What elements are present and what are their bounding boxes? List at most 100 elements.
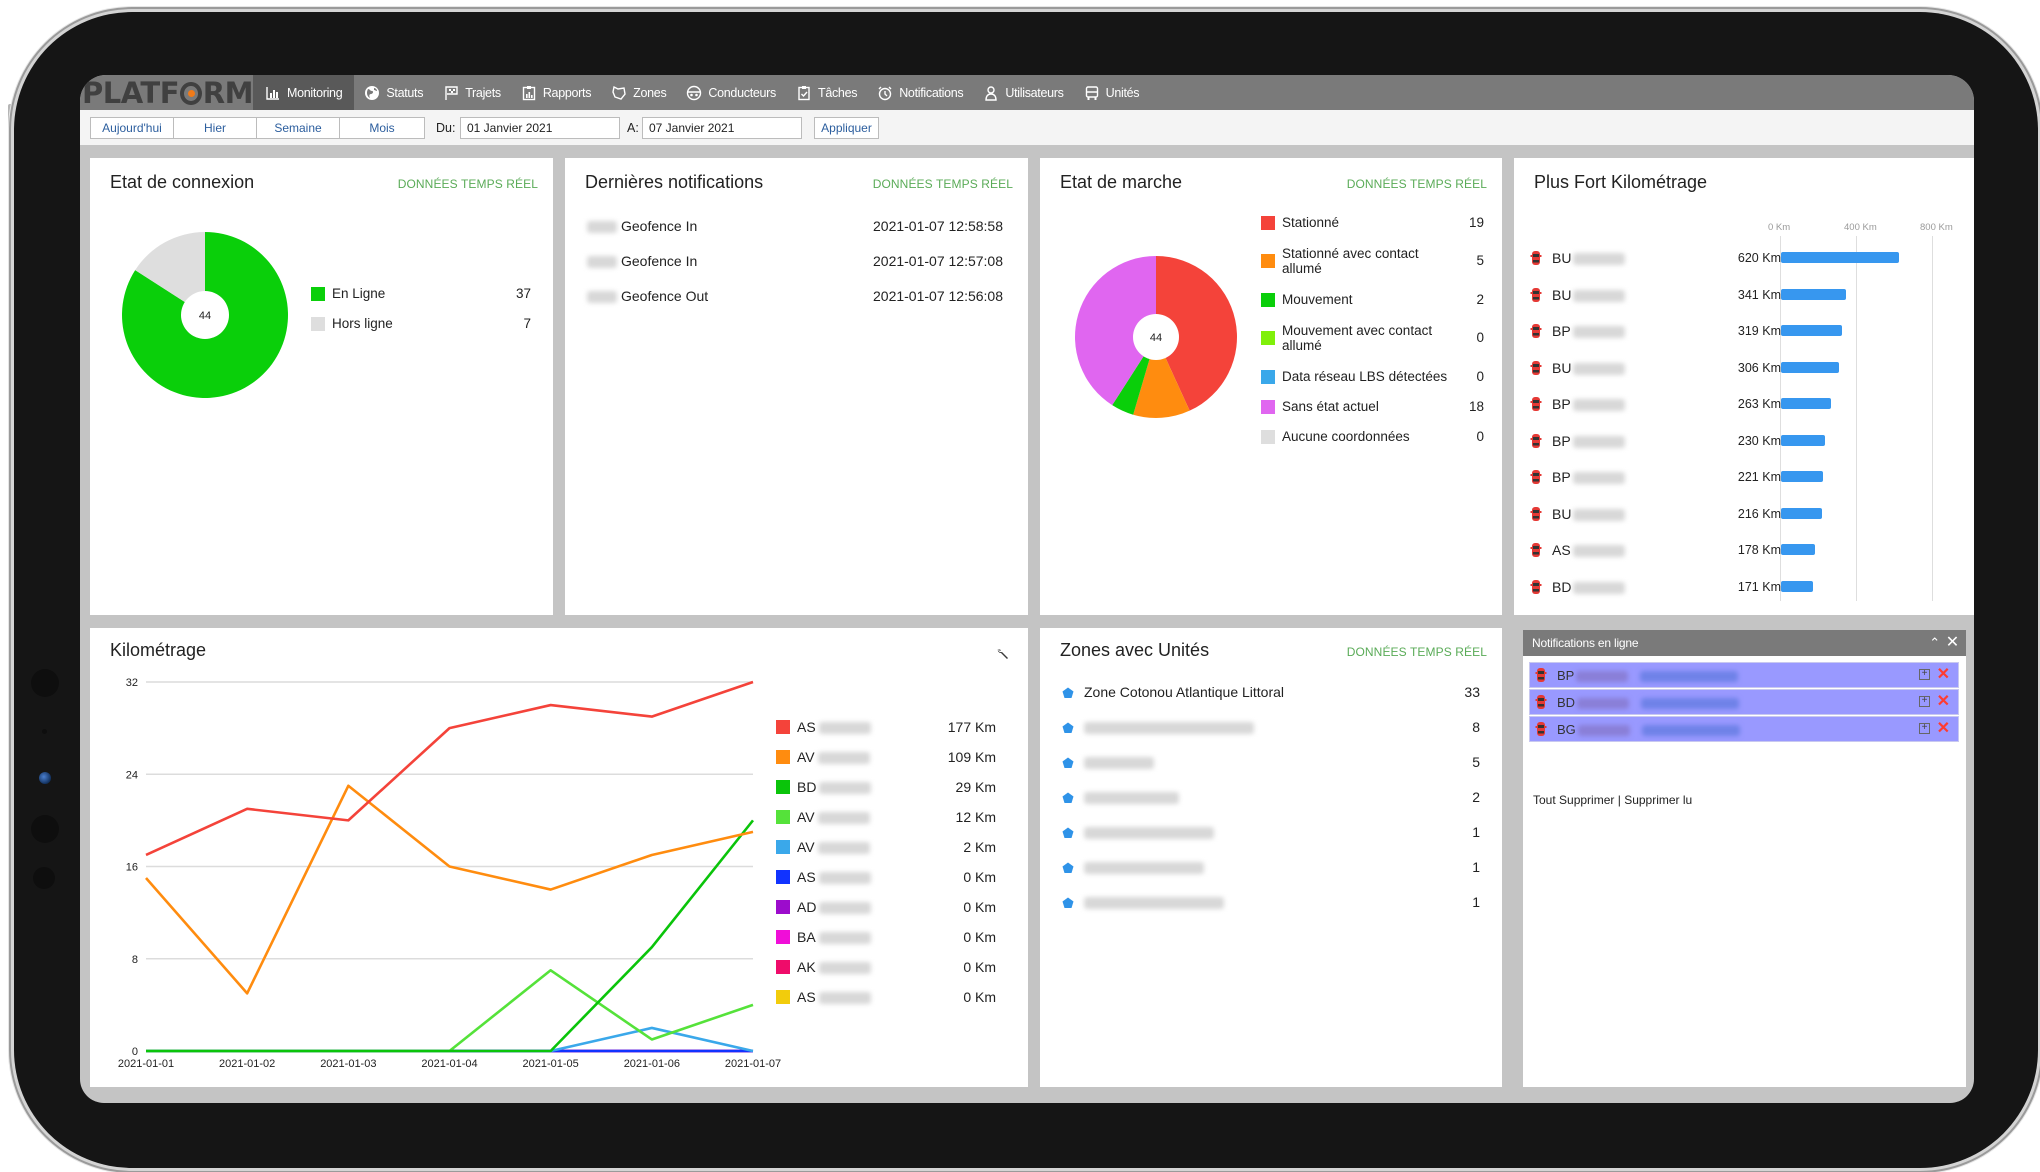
delete-all-link[interactable]: Tout Supprimer <box>1533 793 1614 807</box>
mileage-bar[interactable] <box>1781 361 1840 373</box>
online-notification-item[interactable]: BP + ✕ <box>1529 662 1959 688</box>
legend-item[interactable]: AS 0 Km <box>776 868 996 888</box>
series-line[interactable] <box>146 1026 754 1053</box>
zone-row[interactable]: Zone Cotonou Atlantique Littoral 33 <box>1062 683 1480 703</box>
vehicle-plate: BU <box>1552 287 1626 303</box>
expand-icon[interactable]: + <box>1919 723 1930 734</box>
vehicle-plate: BP <box>1552 323 1625 339</box>
mileage-bar[interactable] <box>1781 471 1823 482</box>
mileage-bar[interactable] <box>1781 580 1814 592</box>
mileage-bar[interactable] <box>1781 507 1823 519</box>
online-notification-item[interactable]: BD + ✕ <box>1529 689 1959 715</box>
delete-icon[interactable]: ✕ <box>1937 693 1950 711</box>
zone-name <box>1084 894 1224 910</box>
delete-icon[interactable]: ✕ <box>1937 720 1950 738</box>
mileage-value: 341 Km <box>1737 287 1781 302</box>
legend-item[interactable]: AS 177 Km <box>776 718 996 738</box>
series-line[interactable] <box>145 784 754 995</box>
zone-row[interactable]: 2 <box>1062 788 1480 808</box>
mileage-bar[interactable] <box>1781 544 1815 555</box>
mileage-value: 230 Km <box>1737 433 1781 448</box>
mileage-bar[interactable] <box>1781 252 1899 263</box>
expand-icon[interactable]: + <box>1919 669 1930 680</box>
x-tick-label: 2021-01-04 <box>421 1058 477 1070</box>
online-notification-item[interactable]: BG + ✕ <box>1529 716 1959 742</box>
close-icon[interactable]: ✕ <box>1946 630 1959 656</box>
nav-rapports[interactable]: Rapports <box>511 75 601 110</box>
delete-icon[interactable]: ✕ <box>1937 666 1950 684</box>
zone-row[interactable]: 8 <box>1062 718 1480 738</box>
to-date-input[interactable]: 07 Janvier 2021 <box>642 117 802 139</box>
legend-item[interactable]: AK 0 Km <box>776 958 996 978</box>
series-line[interactable] <box>146 819 755 1053</box>
nav-monitoring[interactable]: Monitoring <box>253 75 355 110</box>
legend-item[interactable]: AD 0 Km <box>776 898 996 918</box>
zone-pin-icon <box>1062 826 1074 842</box>
mileage-row[interactable]: BU 306 Km <box>1530 358 1950 378</box>
legend-item[interactable]: AV 109 Km <box>776 748 996 768</box>
nav-conducteurs[interactable]: Conducteurs <box>676 75 786 110</box>
redacted-zone-name <box>1084 757 1154 770</box>
mileage-bar[interactable] <box>1781 434 1825 446</box>
mileage-row[interactable]: BU 341 Km <box>1530 285 1950 305</box>
zone-row[interactable]: 1 <box>1062 823 1480 843</box>
logo-o-icon <box>180 82 202 105</box>
period-today-button[interactable]: Aujourd'hui <box>91 118 174 138</box>
connection-status-panel: Etat de connexion DONNÉES TEMPS RÉEL 44 … <box>90 158 553 615</box>
notification-row[interactable]: Geofence In 2021-01-07 12:58:58 <box>587 218 1003 234</box>
alarm-icon <box>877 85 893 101</box>
zone-pin-icon <box>1062 756 1074 772</box>
nav-notifications[interactable]: Notifications <box>867 75 973 110</box>
zone-row[interactable]: 5 <box>1062 753 1480 773</box>
legend-item[interactable]: BA 0 Km <box>776 928 996 948</box>
panel-title: Zones avec Unités <box>1060 640 1210 660</box>
mileage-row[interactable]: BD 171 Km <box>1530 577 1950 597</box>
axis-tick-label: 400 Km <box>1844 222 1877 233</box>
from-date-input[interactable]: 01 Janvier 2021 <box>460 117 620 139</box>
platform-logo[interactable]: PLATF RM <box>80 75 254 110</box>
mileage-row[interactable]: AS 178 Km <box>1530 540 1950 560</box>
mileage-value: 306 Km <box>1737 360 1781 375</box>
legend-item[interactable]: AV 2 Km <box>776 838 996 858</box>
nav-utilisateurs[interactable]: Utilisateurs <box>973 75 1073 110</box>
period-yesterday-button[interactable]: Hier <box>174 118 257 138</box>
mileage-row[interactable]: BU 216 Km <box>1530 504 1950 524</box>
legend-value: 0 Km <box>963 899 996 915</box>
legend-item[interactable]: AV 12 Km <box>776 808 996 828</box>
apply-button[interactable]: Appliquer <box>814 117 879 139</box>
user-icon <box>983 85 999 101</box>
collapse-icon[interactable]: ⌃ <box>1929 630 1940 656</box>
notification-row[interactable]: Geofence In 2021-01-07 12:57:08 <box>587 253 1003 269</box>
redacted-plate <box>819 902 872 915</box>
mileage-row[interactable]: BP 319 Km <box>1530 321 1950 341</box>
legend-item[interactable]: BD 29 Km <box>776 778 996 798</box>
mileage-bar[interactable] <box>1781 288 1846 300</box>
legend-label: AS <box>797 989 871 1005</box>
online-notifications-header: Notifications en ligne ⌃ ✕ <box>1523 630 1966 656</box>
series-line[interactable] <box>145 680 754 857</box>
mileage-value: 216 Km <box>1737 506 1781 521</box>
redacted-message <box>1641 698 1740 710</box>
expand-icon[interactable]: + <box>1919 696 1930 707</box>
mileage-row[interactable]: BP 221 Km <box>1530 467 1950 487</box>
period-week-button[interactable]: Semaine <box>257 118 340 138</box>
mileage-row[interactable]: BP 263 Km <box>1530 394 1950 414</box>
delete-read-link[interactable]: Supprimer lu <box>1624 793 1692 807</box>
notification-row[interactable]: Geofence Out 2021-01-07 12:56:08 <box>587 288 1003 304</box>
zone-row[interactable]: 1 <box>1062 858 1480 878</box>
mileage-bar[interactable] <box>1781 325 1842 336</box>
nav-zones[interactable]: Zones <box>601 75 676 110</box>
zone-row[interactable]: 1 <box>1062 893 1480 913</box>
mileage-row[interactable]: BU 620 Km <box>1530 248 1950 268</box>
period-month-button[interactable]: Mois <box>340 118 424 138</box>
mileage-value: 171 Km <box>1737 579 1781 594</box>
nav-statuts[interactable]: Statuts <box>354 75 433 110</box>
legend-item[interactable]: AS 0 Km <box>776 988 996 1008</box>
nav-trajets[interactable]: Trajets <box>433 75 511 110</box>
nav-unites[interactable]: Unités <box>1074 75 1150 110</box>
redacted-plate <box>1573 289 1626 302</box>
bus-icon <box>1084 85 1100 101</box>
mileage-row[interactable]: BP 230 Km <box>1530 431 1950 451</box>
nav-taches[interactable]: Tâches <box>786 75 867 110</box>
mileage-bar[interactable] <box>1781 398 1831 409</box>
